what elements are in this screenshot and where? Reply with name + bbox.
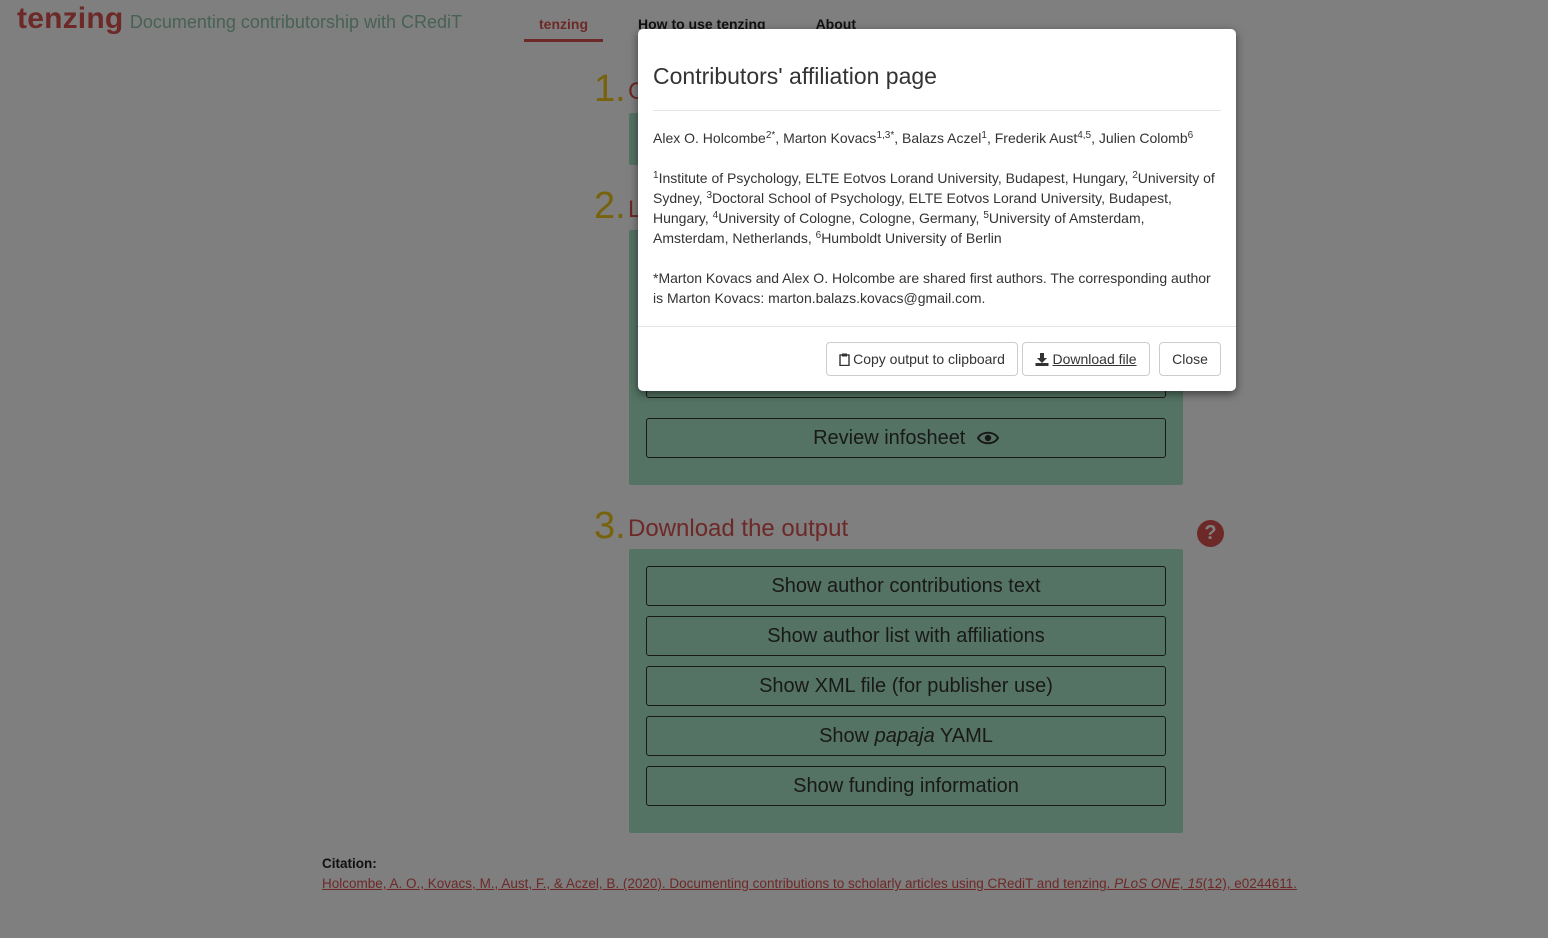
author-affiliation-sup: 6 (1187, 130, 1194, 141)
modal-title: Contributors' affiliation page (653, 63, 937, 89)
author-name: Balazs Aczel (902, 130, 982, 146)
copy-to-clipboard-button[interactable]: Copy output to clipboard (826, 342, 1018, 376)
modal-header-divider (653, 110, 1221, 111)
affiliation-modal: Contributors' affiliation page Alex O. H… (638, 29, 1236, 391)
author-name: Frederik Aust (994, 130, 1078, 146)
author-affiliation-sup: 1,3* (876, 130, 895, 141)
author-line: Alex O. Holcombe2*, Marton Kovacs1,3*, B… (653, 130, 1194, 146)
affiliation-text: Institute of Psychology, ELTE Eotvos Lor… (658, 170, 1125, 186)
copy-button-label: Copy output to clipboard (853, 351, 1005, 367)
author-name: Alex O. Holcombe (653, 130, 766, 146)
modal-body: Alex O. Holcombe2*, Marton Kovacs1,3*, B… (653, 128, 1221, 328)
clipboard-icon (839, 345, 850, 377)
download-file-button[interactable]: Download file (1022, 342, 1150, 376)
affiliation-list: 1Institute of Psychology, ELTE Eotvos Lo… (653, 170, 1215, 246)
author-affiliation-sup: 4,5 (1077, 130, 1092, 141)
author-name: Julien Colomb (1098, 130, 1188, 146)
download-icon (1035, 345, 1049, 377)
affiliation-text: University of Cologne, Cologne, Germany (718, 210, 976, 226)
affiliation-text: Humboldt University of Berlin (821, 230, 1002, 246)
author-affiliation-sup: 2* (765, 130, 776, 141)
author-affiliation-sup: 1 (981, 130, 987, 141)
shared-authorship-note: *Marton Kovacs and Alex O. Holcombe are … (653, 270, 1211, 306)
modal-footer-divider (638, 326, 1236, 327)
author-name: Marton Kovacs (783, 130, 877, 146)
close-button[interactable]: Close (1159, 342, 1221, 376)
download-button-label: Download file (1052, 351, 1137, 367)
